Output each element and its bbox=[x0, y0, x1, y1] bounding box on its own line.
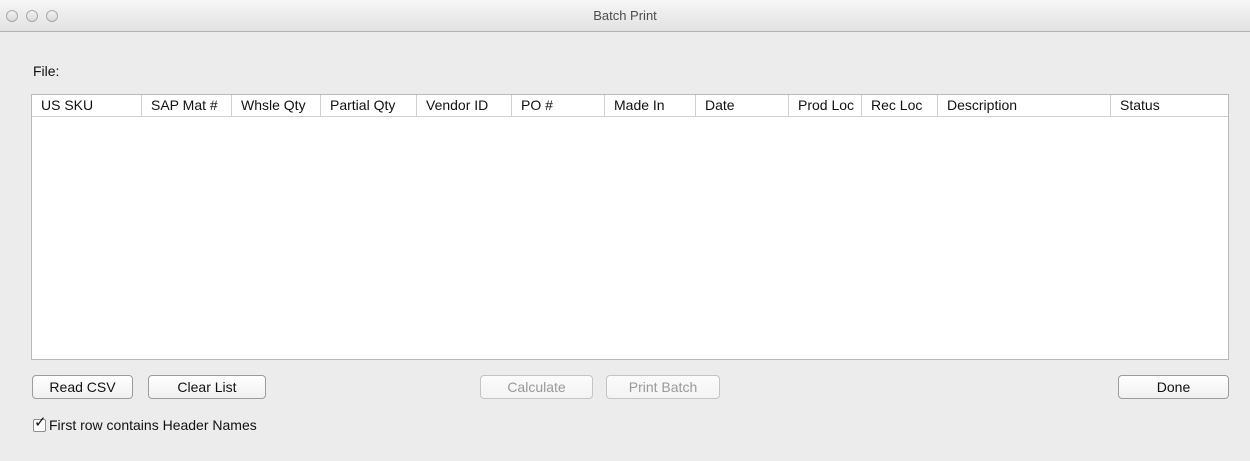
read-csv-button[interactable]: Read CSV bbox=[32, 375, 133, 399]
window-titlebar: Batch Print bbox=[0, 0, 1250, 32]
column-header-prod-loc[interactable]: Prod Loc bbox=[788, 95, 862, 116]
column-header-status[interactable]: Status bbox=[1110, 95, 1228, 116]
header-row-checkbox[interactable]: ✓ bbox=[33, 415, 47, 432]
print-batch-button[interactable]: Print Batch bbox=[606, 375, 720, 399]
column-header-rec-loc[interactable]: Rec Loc bbox=[861, 95, 939, 116]
column-header-description[interactable]: Description bbox=[937, 95, 1111, 116]
column-header-po[interactable]: PO # bbox=[511, 95, 605, 116]
column-header-whsle-qty[interactable]: Whsle Qty bbox=[231, 95, 321, 116]
column-header-vendor-id[interactable]: Vendor ID bbox=[416, 95, 511, 116]
column-header-us-sku[interactable]: US SKU bbox=[32, 95, 141, 116]
column-header-date[interactable]: Date bbox=[695, 95, 790, 116]
table-body[interactable] bbox=[32, 117, 1228, 359]
header-row-option[interactable]: ✓ First row contains Header Names bbox=[33, 415, 257, 433]
clear-list-button[interactable]: Clear List bbox=[148, 375, 266, 399]
batch-table[interactable]: US SKU SAP Mat # Whsle Qty Partial Qty V… bbox=[31, 94, 1229, 360]
column-header-made-in[interactable]: Made In bbox=[604, 95, 696, 116]
column-header-partial-qty[interactable]: Partial Qty bbox=[320, 95, 417, 116]
window-title: Batch Print bbox=[593, 8, 657, 23]
column-header-sap-mat[interactable]: SAP Mat # bbox=[141, 95, 236, 116]
done-button[interactable]: Done bbox=[1118, 375, 1229, 399]
table-header: US SKU SAP Mat # Whsle Qty Partial Qty V… bbox=[32, 95, 1228, 117]
checkmark-icon: ✓ bbox=[34, 413, 47, 431]
calculate-button[interactable]: Calculate bbox=[480, 375, 593, 399]
file-label: File: bbox=[33, 63, 60, 79]
header-row-label: First row contains Header Names bbox=[49, 417, 257, 433]
